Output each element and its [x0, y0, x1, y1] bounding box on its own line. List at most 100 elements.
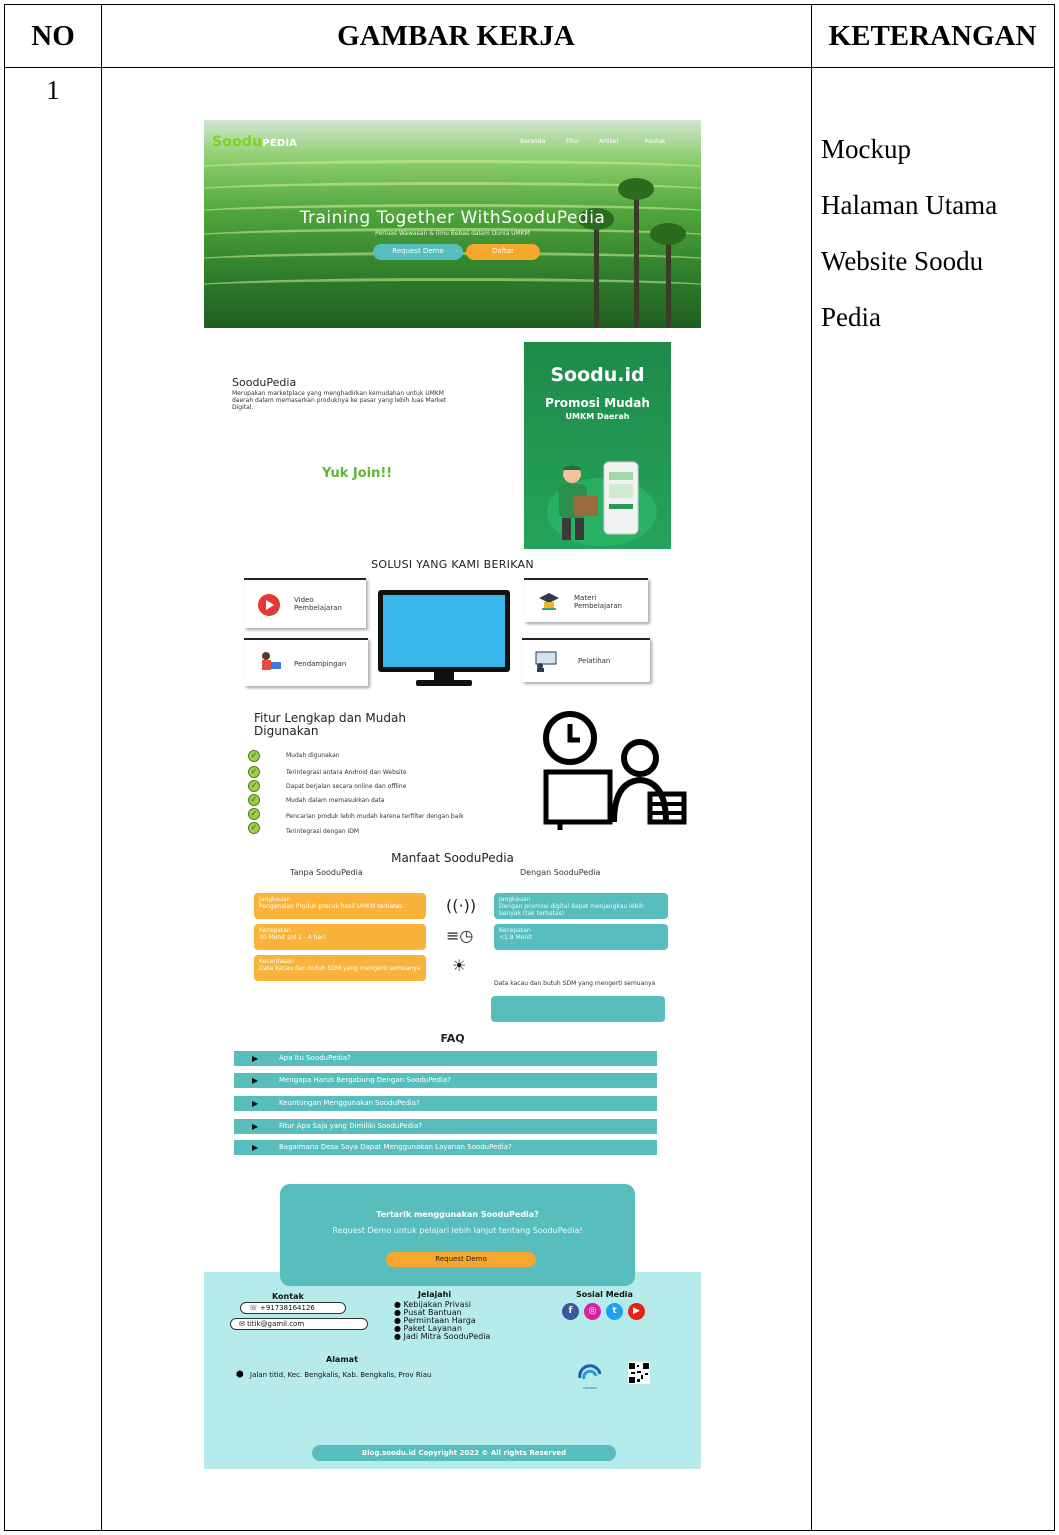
- location-pin-icon: ⬢: [236, 1370, 244, 1380]
- rice-terrace: [204, 160, 701, 178]
- jelajahi-link[interactable]: ● Jadi Mitra SooduPedia: [394, 1333, 490, 1341]
- fitur-title: Fitur Lengkap dan Mudah Digunakan: [254, 711, 406, 738]
- header-no: NO: [31, 19, 75, 52]
- card-text: Dengan promosi digital dapat menjangkau …: [499, 903, 644, 917]
- faq-item[interactable]: ▶ Keuntungan Menggunakan SooduPedia?: [234, 1096, 657, 1111]
- triangle-right-icon: ▶: [252, 1099, 259, 1108]
- hero-title: Training Together WithSooduPedia: [299, 208, 606, 228]
- check-icon: ✓: [248, 794, 260, 806]
- card-video-pembelajaran[interactable]: Video Pembelajaran: [244, 578, 366, 628]
- site-logo[interactable]: SooduPEDIA: [212, 134, 297, 150]
- header-keterangan: KETERANGAN: [828, 19, 1037, 52]
- column-divider: [811, 5, 812, 1530]
- nav-fitur[interactable]: Fitur: [566, 138, 579, 145]
- faq-question: Apa Itu SooduPedia?: [279, 1054, 351, 1062]
- keterangan-line: Halaman Utama: [821, 190, 998, 220]
- card-materi-pembelajaran[interactable]: Materi Pembelajaran: [524, 578, 648, 622]
- hero-section: SooduPEDIA Beranda Fitur Artikel Kontak …: [204, 120, 701, 328]
- fitur-item: Mudah dalam memasukkan data: [286, 797, 385, 804]
- faq-item[interactable]: ▶ Bagaimana Desa Saya Dapat Menggunakan L…: [234, 1140, 657, 1155]
- cta-box: Tertarik menggunakan SooduPedia? Request…: [280, 1184, 635, 1286]
- faq-item[interactable]: ▶ Mengapa Harus Bergabung Dengan SooduPed…: [234, 1073, 657, 1088]
- qr-code-icon: [628, 1362, 650, 1384]
- copyright-bar: Blog.soodu.id Copyright 2022 © All right…: [312, 1445, 616, 1461]
- tanpa-card: Kecepatan 30 Menit s/d 1 - 4 hari: [254, 924, 426, 950]
- phone-icon: ☏: [249, 1304, 258, 1312]
- facebook-icon[interactable]: f: [562, 1303, 579, 1320]
- mail-icon: ✉: [239, 1320, 245, 1328]
- card-label: Pendampingan: [294, 660, 347, 668]
- alamat-title: Alamat: [326, 1355, 358, 1364]
- alamat-text: Jalan titid, Kec. Bengkalis, Kab. Bengka…: [250, 1371, 432, 1379]
- website-mockup: SooduPEDIA Beranda Fitur Artikel Kontak …: [204, 120, 701, 1469]
- faq-question: Fitur Apa Saja yang Dimiliki SooduPedia?: [279, 1122, 422, 1130]
- card-title: Kecepatan: [499, 927, 531, 934]
- nav-artikel[interactable]: Artikel: [599, 138, 618, 145]
- about-title: SooduPedia: [232, 376, 297, 389]
- email-pill[interactable]: ✉ titik@gamil.com: [230, 1318, 368, 1330]
- jelajahi-title: Jelajahi: [418, 1290, 452, 1299]
- dengan-card-empty: [491, 996, 665, 1022]
- signal-icon: ((·)): [446, 896, 477, 915]
- training-icon: [535, 651, 557, 672]
- request-demo-button[interactable]: Request Demo: [373, 244, 463, 260]
- fitur-item: Dapat berjalan secara online dan offline: [286, 783, 407, 790]
- tanpa-card: Kecerdasan Data kacau dan butuh SDM yang…: [254, 955, 426, 981]
- check-icon: ✓: [248, 822, 260, 834]
- row-number: 1: [46, 75, 60, 105]
- faq-question: Keuntungan Menggunakan SooduPedia?: [279, 1099, 420, 1107]
- fitur-item: Pencarian produk lebih mudah karena terf…: [286, 813, 464, 820]
- card-label: Materi Pembelajaran: [574, 594, 622, 610]
- dengan-card: Kecepatan <1.8 Menit: [494, 924, 668, 950]
- clock-worker-illustration: [543, 711, 687, 830]
- promo-line2: UMKM Daerah: [565, 412, 630, 421]
- fitur-item: Terintegrasi dengan IDM: [286, 828, 360, 835]
- faq-item[interactable]: ▶ Fitur Apa Saja yang Dimiliki SooduPedia…: [234, 1119, 657, 1134]
- card-text: Data kacau dan butuh SDM yang mengerti s…: [259, 965, 421, 972]
- card-title: Jangkauan: [499, 896, 531, 903]
- solusi-title: SOLUSI YANG KAMI BERIKAN: [371, 558, 534, 571]
- header-divider: [5, 67, 1054, 68]
- keterangan-line: Website Soodu: [821, 246, 984, 276]
- faq-question: Mengapa Harus Bergabung Dengan SooduPedi…: [279, 1076, 451, 1084]
- speed-clock-icon: ≡◷: [446, 926, 474, 945]
- card-pelatihan[interactable]: Pelatihan: [522, 638, 650, 682]
- youtube-icon[interactable]: ▶: [628, 1303, 645, 1320]
- palm-tree: [650, 223, 686, 328]
- mentor-icon: [262, 652, 281, 670]
- card-pendampingan[interactable]: Pendampingan: [244, 638, 368, 686]
- promo-banner: Soodu.id Promosi Mudah UMKM Daerah: [524, 342, 671, 549]
- fitur-item: Terintegrasi antara Android dan Website: [286, 769, 407, 776]
- faq-item[interactable]: ▶ Apa Itu SooduPedia?: [234, 1051, 657, 1066]
- header-gambar-kerja: GAMBAR KERJA: [337, 19, 575, 52]
- hero-subtitle: Perluas Wawasan & Ilmu Bebas dalam Dunia…: [375, 230, 530, 237]
- card-text: Pengenalan Produk precuk hasil UMKM terb…: [259, 903, 403, 910]
- manfaat-title: Manfaat SooduPedia: [391, 851, 514, 865]
- triangle-right-icon: ▶: [252, 1054, 259, 1063]
- kominfo-text: KOMINFO: [583, 1386, 597, 1390]
- check-icon: ✓: [248, 808, 260, 820]
- rice-terrace: [204, 278, 701, 296]
- sosial-media-title: Sosial Media: [576, 1290, 633, 1299]
- instagram-icon[interactable]: ◎: [584, 1303, 601, 1320]
- triangle-right-icon: ▶: [252, 1122, 259, 1131]
- triangle-right-icon: ▶: [252, 1076, 259, 1085]
- twitter-icon[interactable]: t: [606, 1303, 623, 1320]
- check-icon: ✓: [248, 780, 260, 792]
- column-divider: [101, 5, 102, 1530]
- nav-beranda[interactable]: Beranda: [520, 138, 545, 145]
- manfaat-note: Data kacau dan butuh SDM yang mengerti s…: [494, 980, 656, 987]
- keterangan-line: Pedia: [821, 302, 881, 332]
- nav-kontak[interactable]: Kontak: [645, 138, 666, 145]
- card-label: Pelatihan: [578, 657, 611, 665]
- cta-request-demo-button[interactable]: Request Demo: [386, 1252, 536, 1267]
- faq-title: FAQ: [440, 1032, 465, 1045]
- dengan-card: Jangkauan Dengan promosi digital dapat m…: [494, 893, 668, 919]
- daftar-button[interactable]: Daftar: [466, 244, 540, 260]
- tanpa-label: Tanpa SooduPedia: [290, 868, 363, 877]
- phone-pill[interactable]: ☏ +91738164126: [240, 1302, 346, 1314]
- monitor-base: [416, 680, 472, 686]
- promo-line1: Promosi Mudah: [545, 396, 650, 410]
- cta-title: Tertarik menggunakan SooduPedia?: [376, 1210, 539, 1219]
- fitur-item: Mudah digunakan: [286, 752, 340, 759]
